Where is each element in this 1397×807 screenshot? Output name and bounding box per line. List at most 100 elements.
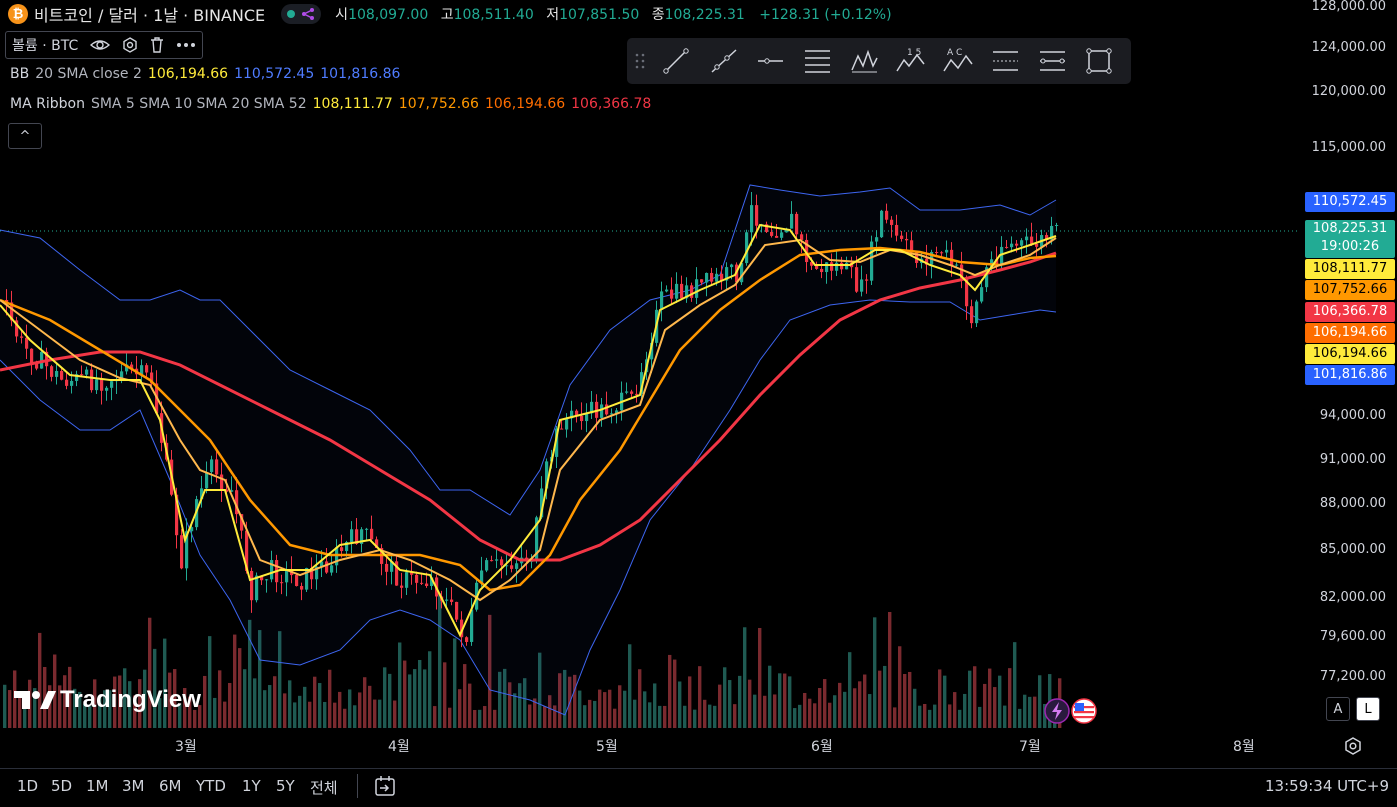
volume-bar bbox=[678, 681, 682, 728]
volume-bar bbox=[893, 707, 897, 728]
abcd-pattern-icon[interactable]: A C bbox=[940, 43, 976, 79]
log-scale-button[interactable]: L bbox=[1356, 697, 1380, 721]
utc-clock[interactable]: 13:59:34 UTC+9 bbox=[1265, 777, 1389, 795]
rectangle-icon[interactable] bbox=[1081, 43, 1117, 79]
tradingview-wordmark: TradingView bbox=[60, 686, 201, 713]
timeframe-ytd[interactable]: YTD bbox=[196, 777, 226, 795]
elliott-wave-icon[interactable]: 1 5 bbox=[893, 43, 929, 79]
bb-legend[interactable]: BB 20 SMA close 2 106,194.66 110,572.45 … bbox=[10, 66, 400, 82]
volume-bar bbox=[458, 689, 462, 728]
trend-line-icon[interactable] bbox=[658, 43, 694, 79]
last-price-label: 108,225.31 19:00:26 bbox=[1305, 220, 1395, 258]
volume-bar bbox=[963, 693, 967, 728]
candle-body bbox=[755, 205, 759, 226]
volume-bar bbox=[383, 667, 387, 728]
volume-legend[interactable]: 볼륨 · BTC bbox=[5, 31, 204, 59]
volume-bar bbox=[633, 699, 637, 728]
volume-bar bbox=[403, 660, 407, 728]
volume-bar bbox=[288, 680, 292, 728]
candle-body bbox=[980, 287, 984, 302]
price-tick: 120,000.00 bbox=[1311, 84, 1386, 99]
price-tick: 88,000.00 bbox=[1319, 496, 1386, 511]
us-flag-event-icon[interactable] bbox=[1071, 698, 1097, 724]
price-tick: 77,200.00 bbox=[1319, 669, 1386, 684]
volume-bar bbox=[888, 611, 892, 728]
volume-bar bbox=[843, 691, 847, 728]
volume-bar bbox=[998, 675, 1002, 728]
settings-icon[interactable] bbox=[122, 37, 138, 53]
separator bbox=[357, 774, 358, 798]
candle-body bbox=[30, 348, 34, 364]
timeframe-6m[interactable]: 6M bbox=[159, 777, 182, 795]
timeframe-1m[interactable]: 1M bbox=[86, 777, 109, 795]
tradingview-logo[interactable]: TradingView bbox=[12, 686, 201, 714]
horizontal-ray-icon[interactable] bbox=[752, 43, 788, 79]
volume-bar bbox=[308, 701, 312, 728]
price-tick: 91,000.00 bbox=[1319, 452, 1386, 467]
timeframe-5y[interactable]: 5Y bbox=[276, 777, 295, 795]
timeframe-3m[interactable]: 3M bbox=[122, 777, 145, 795]
timeframe-1y[interactable]: 1Y bbox=[242, 777, 261, 795]
candle-body bbox=[340, 547, 344, 552]
candle-body bbox=[105, 387, 109, 391]
ribbon-params: SMA 5 SMA 10 SMA 20 SMA 52 bbox=[90, 96, 307, 112]
candle-body bbox=[820, 268, 824, 273]
settings-gear-icon[interactable] bbox=[1343, 736, 1363, 756]
volume-bar bbox=[163, 638, 167, 728]
ribbon-value-2: 107,752.66 bbox=[398, 96, 479, 112]
bb-band-fill bbox=[0, 185, 1056, 715]
price-chart[interactable] bbox=[0, 0, 1397, 806]
symbol-title[interactable]: 비트코인 / 달러 · 1날 · BINANCE bbox=[34, 2, 265, 26]
candle-body bbox=[1010, 243, 1014, 248]
volume-bar bbox=[313, 676, 317, 728]
calendar-goto-icon[interactable] bbox=[373, 774, 397, 798]
volume-bar bbox=[263, 690, 267, 728]
bb-name: BB bbox=[10, 66, 30, 82]
candle-body bbox=[580, 415, 584, 422]
trash-icon[interactable] bbox=[150, 37, 164, 53]
market-status[interactable] bbox=[281, 4, 322, 24]
svg-text:1 5: 1 5 bbox=[907, 48, 921, 58]
collapse-legend-button[interactable]: ^ bbox=[8, 123, 42, 149]
volume-bar bbox=[768, 665, 772, 728]
ray-icon[interactable] bbox=[705, 43, 741, 79]
more-icon[interactable] bbox=[176, 42, 196, 48]
volume-bar bbox=[923, 703, 927, 728]
ribbon-value-1: 108,111.77 bbox=[312, 96, 393, 112]
candle-body bbox=[330, 565, 334, 573]
candle-body bbox=[800, 234, 804, 240]
ma20-price-label: 106,194.66 bbox=[1305, 323, 1395, 343]
candle-body bbox=[295, 575, 299, 587]
ribbon-value-4: 106,366.78 bbox=[571, 96, 652, 112]
timeframe-1d[interactable]: 1D bbox=[17, 777, 38, 795]
volume-bar bbox=[703, 699, 707, 728]
drag-handle-icon[interactable] bbox=[633, 43, 647, 79]
candle-body bbox=[60, 371, 64, 380]
volume-bar bbox=[453, 638, 457, 728]
candle-body bbox=[220, 474, 224, 490]
regression-trend-icon[interactable] bbox=[1034, 43, 1070, 79]
eye-icon[interactable] bbox=[90, 38, 111, 52]
volume-bar bbox=[1028, 696, 1032, 728]
volume-bar bbox=[578, 690, 582, 728]
volume-bar bbox=[983, 683, 987, 728]
pattern-icon[interactable] bbox=[846, 43, 882, 79]
candle-body bbox=[690, 285, 694, 298]
candle-body bbox=[1030, 236, 1034, 244]
volume-bar bbox=[283, 693, 287, 728]
volume-bar bbox=[613, 708, 617, 728]
ohlc-values: 시108,097.00 고108,511.40 저107,851.50 종108… bbox=[335, 4, 891, 24]
timeframe-5d[interactable]: 5D bbox=[51, 777, 72, 795]
auto-scale-button[interactable]: A bbox=[1326, 697, 1350, 721]
parallel-channel-icon[interactable] bbox=[987, 43, 1023, 79]
ma-ribbon-legend[interactable]: MA Ribbon SMA 5 SMA 10 SMA 20 SMA 52 108… bbox=[10, 96, 651, 112]
volume-bar bbox=[643, 691, 647, 728]
volume-bar bbox=[968, 670, 972, 728]
volume-bar bbox=[8, 690, 12, 728]
fib-retracement-icon[interactable] bbox=[799, 43, 835, 79]
timeframe-all[interactable]: 전체 bbox=[310, 777, 338, 798]
candle-body bbox=[670, 289, 674, 299]
volume-bar bbox=[398, 642, 402, 728]
candle-body bbox=[830, 262, 834, 271]
lightning-event-icon[interactable] bbox=[1044, 698, 1070, 724]
